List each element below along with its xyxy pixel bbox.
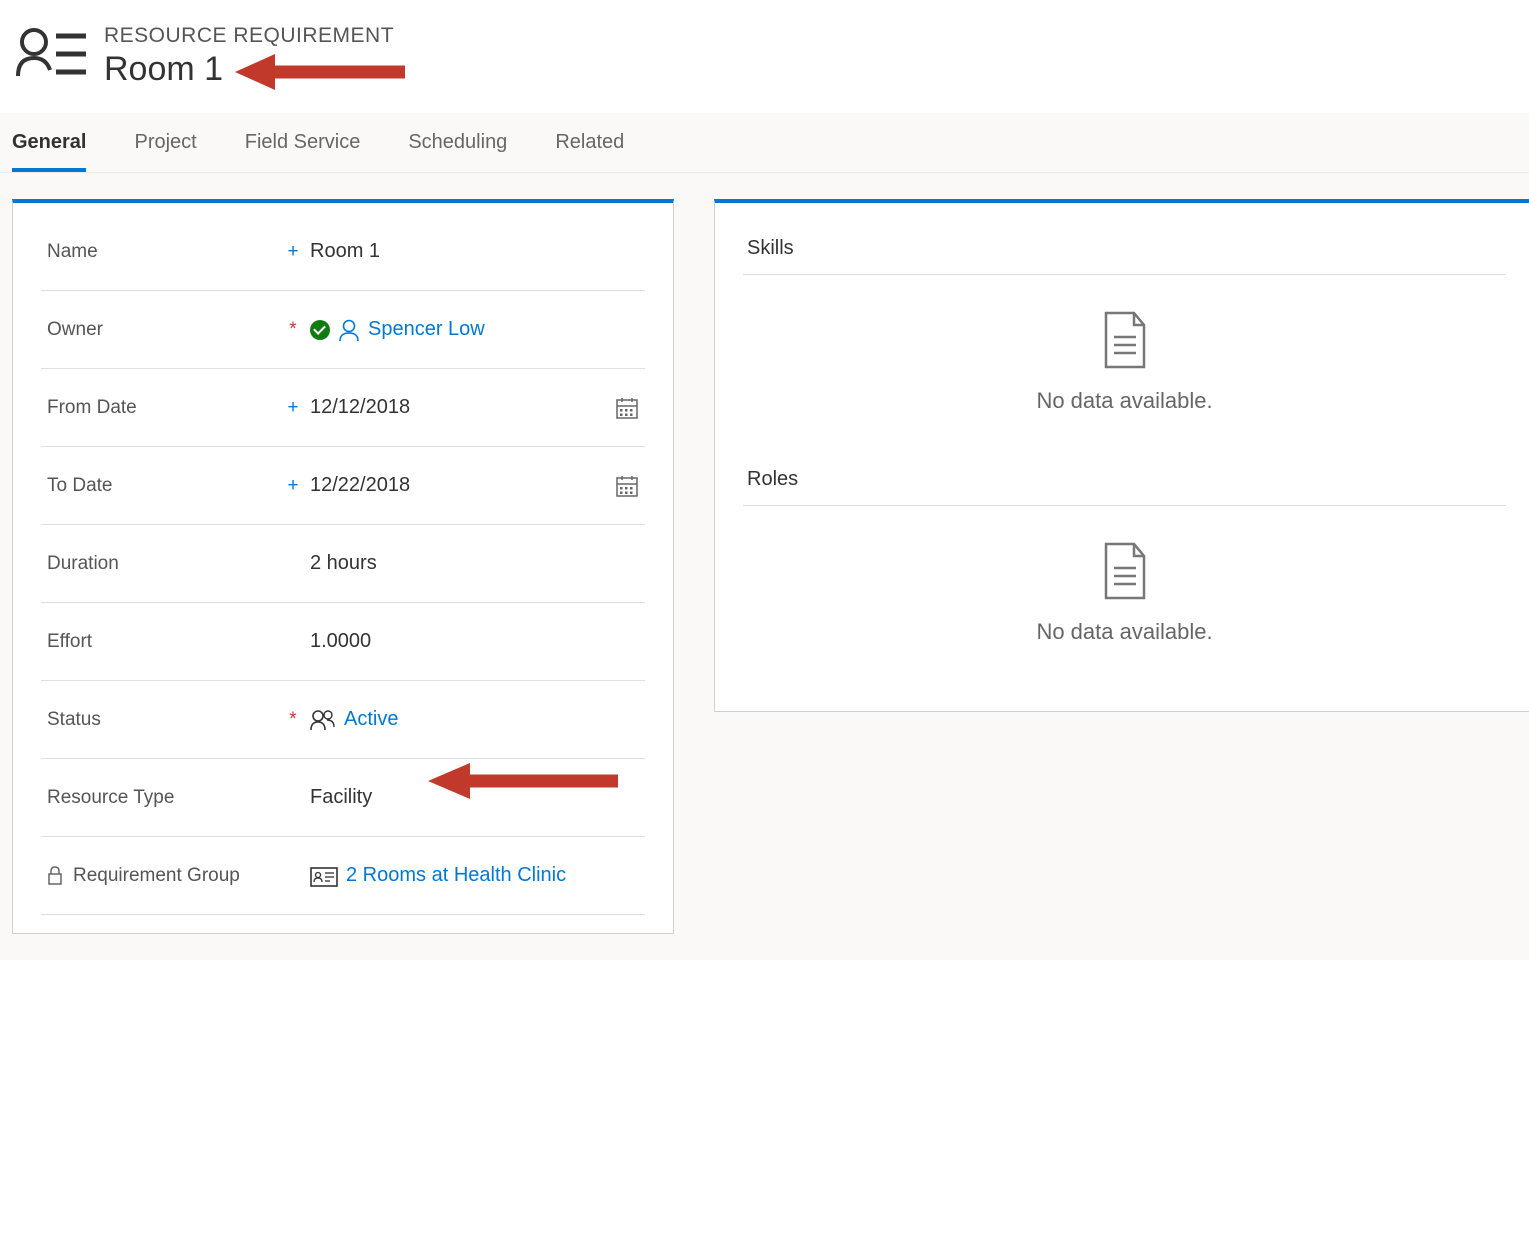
tab-project[interactable]: Project bbox=[134, 113, 196, 172]
lock-icon bbox=[47, 866, 63, 886]
skills-empty-state: No data available. bbox=[743, 275, 1506, 450]
side-panel: Skills No data available. Roles No data … bbox=[714, 199, 1529, 712]
field-label: From Date bbox=[41, 397, 276, 419]
document-icon bbox=[1100, 542, 1150, 600]
field-label: Status bbox=[41, 709, 276, 731]
roles-empty-state: No data available. bbox=[743, 506, 1506, 681]
required-marker: * bbox=[276, 709, 310, 731]
owner-link[interactable]: Spencer Low bbox=[368, 318, 485, 341]
date-text: 12/22/2018 bbox=[310, 474, 410, 497]
recommended-marker: + bbox=[276, 475, 310, 497]
field-owner[interactable]: Owner * Spencer Low bbox=[41, 291, 645, 369]
field-value[interactable]: 2 hours bbox=[310, 552, 645, 575]
field-value[interactable]: 12/22/2018 bbox=[310, 474, 645, 498]
field-name[interactable]: Name + Room 1 bbox=[41, 213, 645, 291]
tabs-bar: General Project Field Service Scheduling… bbox=[0, 113, 1529, 173]
tab-scheduling[interactable]: Scheduling bbox=[408, 113, 507, 172]
recommended-marker: + bbox=[276, 241, 310, 263]
field-value[interactable]: Active bbox=[310, 708, 645, 731]
empty-text: No data available. bbox=[743, 388, 1506, 414]
person-icon bbox=[338, 318, 360, 342]
field-label: Duration bbox=[41, 553, 276, 575]
field-label: Owner bbox=[41, 319, 276, 341]
tab-general[interactable]: General bbox=[12, 113, 86, 172]
field-label: Requirement Group bbox=[41, 865, 276, 887]
card-icon bbox=[310, 865, 338, 887]
document-icon bbox=[1100, 311, 1150, 369]
calendar-icon[interactable] bbox=[615, 474, 639, 498]
recommended-marker: + bbox=[276, 397, 310, 419]
calendar-icon[interactable] bbox=[615, 396, 639, 420]
field-status[interactable]: Status * Active bbox=[41, 681, 645, 759]
field-value[interactable]: 1.0000 bbox=[310, 630, 645, 653]
header-text: RESOURCE REQUIREMENT Room 1 bbox=[104, 24, 394, 89]
required-marker: * bbox=[276, 319, 310, 341]
field-label: Name bbox=[41, 241, 276, 263]
tab-field-service[interactable]: Field Service bbox=[245, 113, 361, 172]
field-value[interactable]: Facility bbox=[310, 786, 645, 809]
req-group-label: Requirement Group bbox=[73, 865, 240, 887]
req-group-link[interactable]: 2 Rooms at Health Clinic bbox=[346, 864, 566, 887]
status-icon bbox=[310, 709, 336, 731]
content-area: Name + Room 1 Owner * Spencer Low From D… bbox=[0, 173, 1529, 960]
field-to-date[interactable]: To Date + 12/22/2018 bbox=[41, 447, 645, 525]
date-text: 12/12/2018 bbox=[310, 396, 410, 419]
record-title: Room 1 bbox=[104, 50, 394, 89]
entity-type-label: RESOURCE REQUIREMENT bbox=[104, 24, 394, 48]
field-value[interactable]: Room 1 bbox=[310, 240, 645, 263]
field-duration[interactable]: Duration 2 hours bbox=[41, 525, 645, 603]
field-from-date[interactable]: From Date + 12/12/2018 bbox=[41, 369, 645, 447]
field-requirement-group[interactable]: Requirement Group 2 Rooms at Health Clin… bbox=[41, 837, 645, 915]
field-value[interactable]: 12/12/2018 bbox=[310, 396, 645, 420]
field-value[interactable]: 2 Rooms at Health Clinic bbox=[310, 864, 645, 887]
skills-header: Skills bbox=[743, 219, 1506, 275]
field-label: Resource Type bbox=[41, 787, 276, 809]
roles-header: Roles bbox=[743, 450, 1506, 506]
tab-related[interactable]: Related bbox=[555, 113, 624, 172]
field-label: To Date bbox=[41, 475, 276, 497]
form-panel: Name + Room 1 Owner * Spencer Low From D… bbox=[12, 199, 674, 934]
field-resource-type[interactable]: Resource Type Facility bbox=[41, 759, 645, 837]
page-header: RESOURCE REQUIREMENT Room 1 bbox=[0, 0, 1529, 113]
field-effort[interactable]: Effort 1.0000 bbox=[41, 603, 645, 681]
status-link[interactable]: Active bbox=[344, 708, 398, 731]
check-icon bbox=[310, 320, 330, 340]
resource-requirement-icon bbox=[16, 24, 88, 82]
empty-text: No data available. bbox=[743, 619, 1506, 645]
field-label: Effort bbox=[41, 631, 276, 653]
field-value[interactable]: Spencer Low bbox=[310, 318, 645, 342]
